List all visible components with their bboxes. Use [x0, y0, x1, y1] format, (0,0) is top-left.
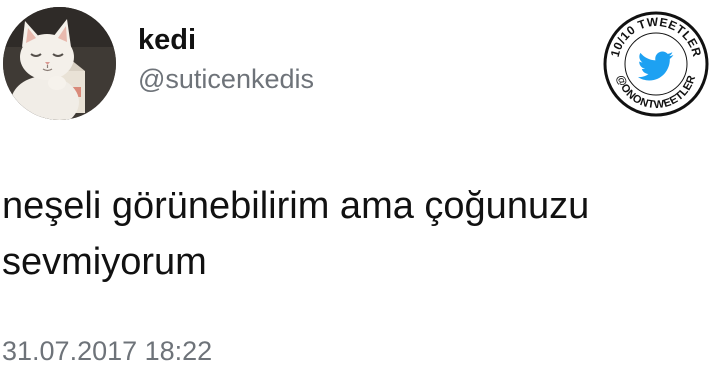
avatar[interactable] [3, 7, 116, 120]
display-name[interactable]: kedi [138, 26, 196, 55]
tweet-timestamp[interactable]: 31.07.2017 18:22 [2, 338, 212, 365]
watermark-badge: 10/10 TWEETLER @ONONTWEETLER [602, 10, 710, 118]
user-handle[interactable]: @suticenkedis [138, 66, 314, 93]
tweet-text: neşeli görünebilirim ama çoğunuzu sevmiy… [2, 185, 590, 283]
cat-photo-icon [3, 7, 116, 120]
